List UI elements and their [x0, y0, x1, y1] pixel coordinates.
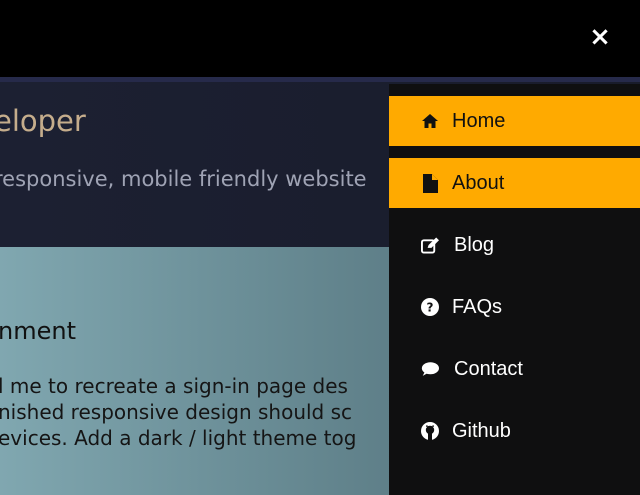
menu-item-blog[interactable]: Blog	[389, 220, 640, 270]
question-icon: ?	[421, 298, 439, 316]
menu-label-contact: Contact	[454, 357, 523, 380]
svg-text:?: ?	[427, 301, 434, 315]
menu-item-about[interactable]: About	[389, 158, 640, 208]
github-icon	[421, 422, 439, 440]
content-title: nment	[0, 317, 76, 345]
content-text: l me to recreate a sign-in page des nish…	[0, 373, 356, 451]
content-line: nished responsive design should sc	[0, 400, 353, 424]
chat-icon	[421, 360, 439, 378]
hero-subtitle: responsive, mobile friendly website	[0, 167, 367, 191]
hero-title: eloper	[0, 104, 86, 138]
menu-label-faqs: FAQs	[452, 295, 503, 318]
menu-label-home: Home	[452, 109, 506, 132]
file-icon	[421, 173, 439, 193]
edit-icon	[421, 236, 439, 254]
content-line: evices. Add a dark / light theme tog	[0, 426, 357, 450]
content-line: l me to recreate a sign-in page des	[0, 374, 348, 398]
menu-label-about: About	[452, 171, 505, 194]
menu-item-faqs[interactable]: ? FAQs	[389, 282, 640, 332]
menu-item-home[interactable]: Home	[389, 96, 640, 146]
menu-label-github: Github	[452, 419, 511, 442]
menu-label-blog: Blog	[454, 233, 495, 256]
menu-item-contact[interactable]: Contact	[389, 344, 640, 394]
home-icon	[421, 112, 439, 130]
close-menu-button[interactable]: ×	[588, 22, 612, 52]
menu-item-github[interactable]: Github	[389, 406, 640, 456]
side-menu: Home About Blog ? FAQs Contact Github	[389, 84, 640, 495]
top-bar: ×	[0, 0, 640, 78]
